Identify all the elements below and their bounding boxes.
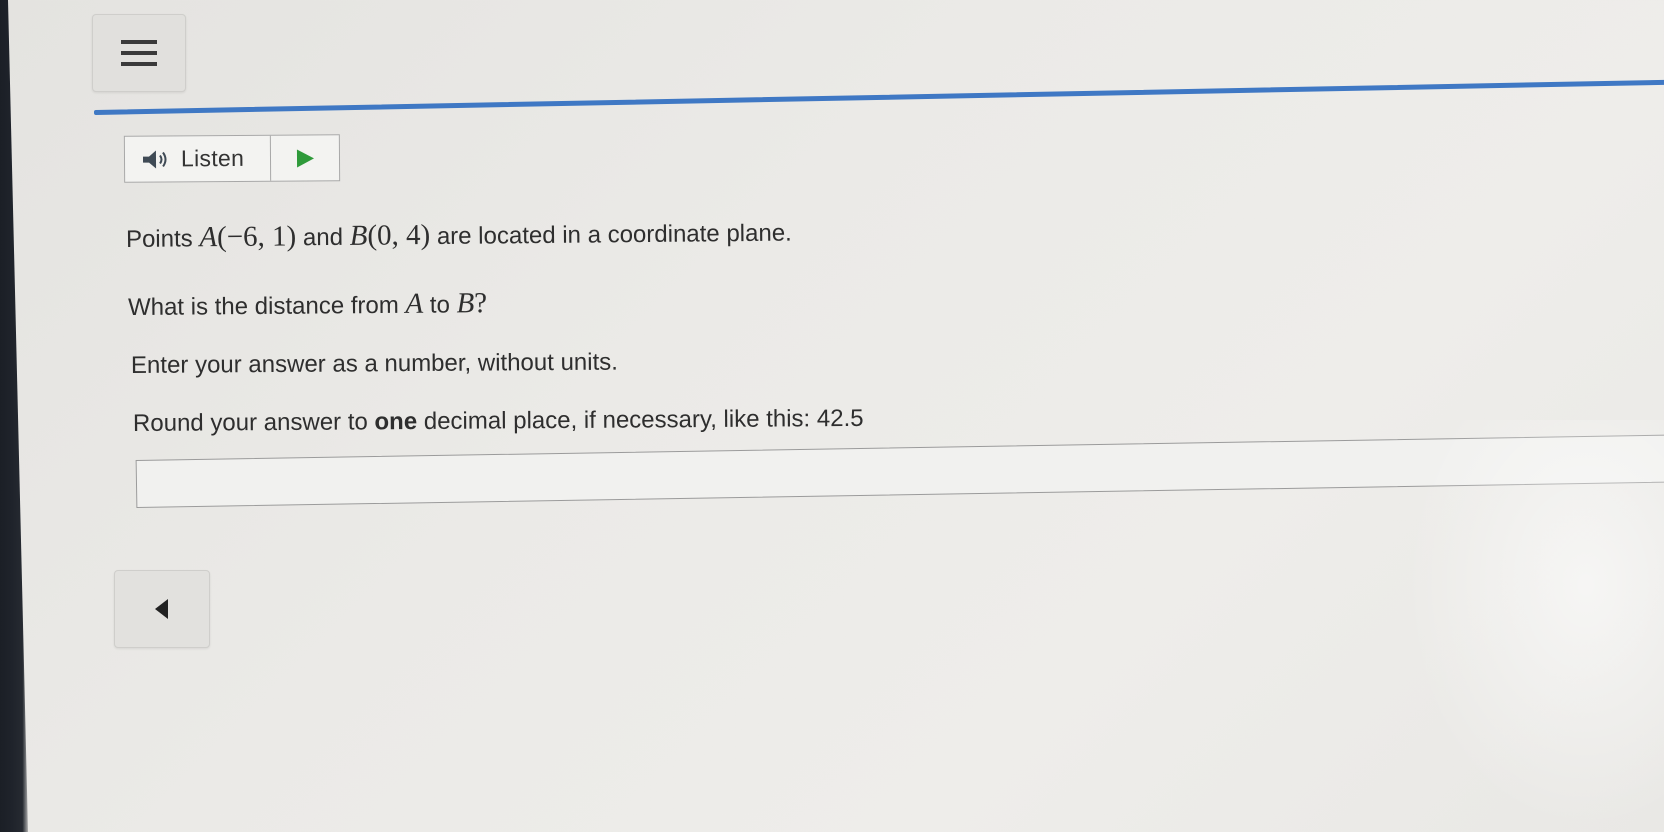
hamburger-menu-icon — [121, 40, 157, 66]
question-text: Points — [125, 225, 200, 253]
question-text: What is the distance from — [127, 291, 406, 321]
header-divider — [93, 79, 1664, 115]
point-b-ref: B — [456, 287, 475, 320]
instruction-units: Enter your answer as a number, without u… — [130, 348, 619, 379]
screen-bezel — [0, 0, 28, 832]
question-text: to — [423, 291, 457, 319]
point-b: B(0, 4) — [349, 219, 430, 252]
point-a: A(−6, 1) — [199, 220, 296, 253]
play-triangle-icon — [296, 149, 314, 168]
speaker-icon — [142, 150, 167, 169]
menu-button[interactable] — [92, 14, 186, 92]
point-a-name: A — [199, 221, 218, 254]
left-triangle-icon — [155, 599, 168, 619]
question-line-points: Points A(−6, 1) and B(0, 4) are located … — [126, 216, 792, 255]
listen-button[interactable]: Listen — [124, 135, 272, 182]
point-a-coords: (−6, 1) — [216, 220, 297, 254]
listen-label: Listen — [180, 144, 245, 172]
back-button[interactable] — [114, 570, 210, 648]
point-a-ref: A — [405, 287, 424, 320]
question-line-distance: What is the distance from A to B? — [128, 287, 487, 323]
instruction-rounding: Round your answer to one decimal place, … — [133, 405, 864, 438]
instruction-text: Round your answer to — [132, 408, 375, 437]
instruction-text: decimal place, if necessary, like this: … — [417, 404, 864, 436]
question-text: and — [296, 223, 350, 252]
play-button[interactable] — [271, 135, 339, 180]
answer-input[interactable] — [135, 433, 1664, 508]
listen-widget: Listen — [123, 134, 341, 183]
point-b-name: B — [349, 219, 368, 252]
point-b-coords: (0, 4) — [367, 219, 431, 252]
question-text: are located in a coordinate plane. — [430, 219, 792, 251]
question-mark: ? — [474, 287, 488, 320]
instruction-emphasis: one — [374, 408, 418, 436]
